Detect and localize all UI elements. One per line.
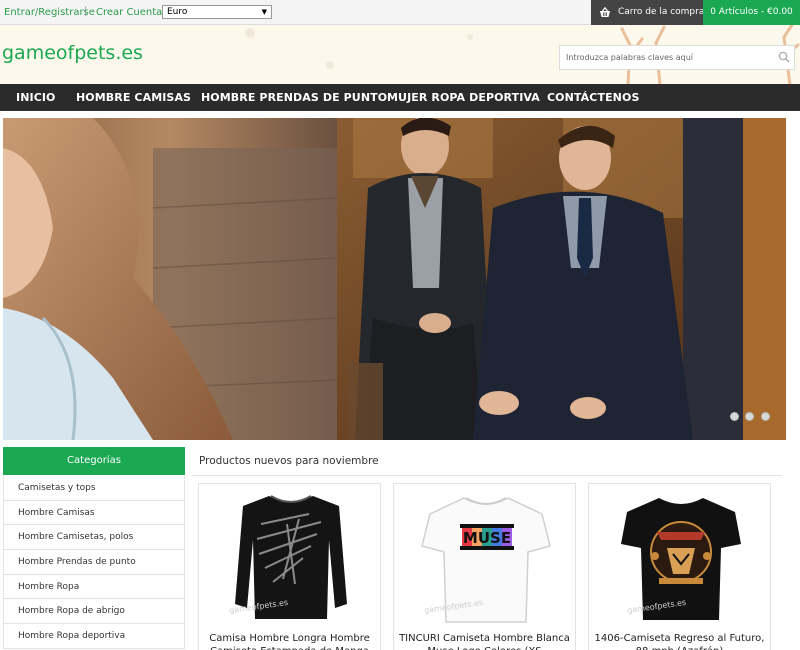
- carousel-dot[interactable]: [745, 412, 754, 421]
- product-card[interactable]: MUSE gameofpets.es TINCURI Camiseta Homb…: [393, 483, 576, 650]
- product-name[interactable]: Camisa Hombre Longra Hombre Camiseta Est…: [203, 632, 376, 650]
- divider: [192, 475, 782, 476]
- category-hombre-camisetas-polos[interactable]: Hombre Camisetas, polos: [3, 525, 185, 551]
- chevron-down-icon: ▼: [261, 8, 267, 16]
- login-link[interactable]: Entrar/Registrarse: [4, 7, 95, 18]
- categories-header: Categorías: [3, 447, 185, 475]
- product-card[interactable]: gameofpets.es Camisa Hombre Longra Hombr…: [198, 483, 381, 650]
- category-hombre-ropa[interactable]: Hombre Ropa: [3, 574, 185, 600]
- category-hombre-camisas[interactable]: Hombre Camisas: [3, 500, 185, 526]
- nav-item-hombre-prendas-de-punto[interactable]: HOMBRE PRENDAS DE PUNTO: [201, 91, 387, 104]
- search-input[interactable]: Introduzca palabras claves aquí: [559, 45, 795, 70]
- nav-item-inicio[interactable]: INICIO: [16, 91, 56, 104]
- cart-summary[interactable]: 0 Artículos - €0.00: [703, 0, 800, 25]
- create-account-link[interactable]: Crear Cuenta: [96, 7, 162, 18]
- currency-value: Euro: [167, 7, 188, 17]
- cart-label: Carro de la compra: [618, 7, 705, 17]
- product-name[interactable]: TINCURI Camiseta Hombre Blanca Muse Logo…: [398, 632, 571, 650]
- product-card[interactable]: gameofpets.es 1406-Camiseta Regreso al F…: [588, 483, 771, 650]
- basket-icon: [600, 7, 610, 17]
- separator: |: [84, 6, 88, 17]
- categories-list: Camisetas y tops Hombre Camisas Hombre C…: [3, 476, 185, 649]
- nav-item-mujer-ropa-deportiva[interactable]: MUJER ROPA DEPORTIVA: [387, 91, 540, 104]
- nav-item-contactenos[interactable]: CONTÁCTENOS: [547, 91, 639, 104]
- category-hombre-prendas-de-punto[interactable]: Hombre Prendas de punto: [3, 550, 185, 575]
- site-logo[interactable]: gameofpets.es: [2, 42, 143, 64]
- carousel-dot[interactable]: [730, 412, 739, 421]
- search-icon[interactable]: [778, 51, 790, 63]
- search-placeholder: Introduzca palabras claves aquí: [566, 53, 694, 62]
- product-image[interactable]: [199, 484, 381, 634]
- main-nav: INICIO HOMBRE CAMISAS HOMBRE PRENDAS DE …: [0, 84, 800, 111]
- category-camisetas-y-tops[interactable]: Camisetas y tops: [3, 476, 185, 501]
- site-header: gameofpets.es Introduzca palabras claves…: [0, 25, 800, 85]
- product-name[interactable]: 1406-Camiseta Regreso al Futuro, 88 mph …: [593, 632, 766, 650]
- nav-item-hombre-camisas[interactable]: HOMBRE CAMISAS: [76, 91, 191, 104]
- hero-image: [3, 118, 786, 440]
- carousel-dot[interactable]: [761, 412, 770, 421]
- cart-button[interactable]: Carro de la compra: [591, 0, 705, 25]
- category-hombre-ropa-de-abrigo[interactable]: Hombre Ropa de abrigo: [3, 599, 185, 625]
- category-hombre-ropa-deportiva[interactable]: Hombre Ropa deportiva: [3, 624, 185, 649]
- currency-select[interactable]: Euro ▼: [162, 5, 272, 19]
- section-title: Productos nuevos para noviembre: [199, 455, 379, 467]
- hero-banner[interactable]: [3, 118, 786, 440]
- product-image[interactable]: MUSE: [394, 484, 576, 634]
- shirt-print: MUSE: [463, 529, 511, 547]
- top-bar: Entrar/Registrarse | Crear Cuenta Euro ▼…: [0, 0, 800, 25]
- product-image[interactable]: [589, 484, 771, 634]
